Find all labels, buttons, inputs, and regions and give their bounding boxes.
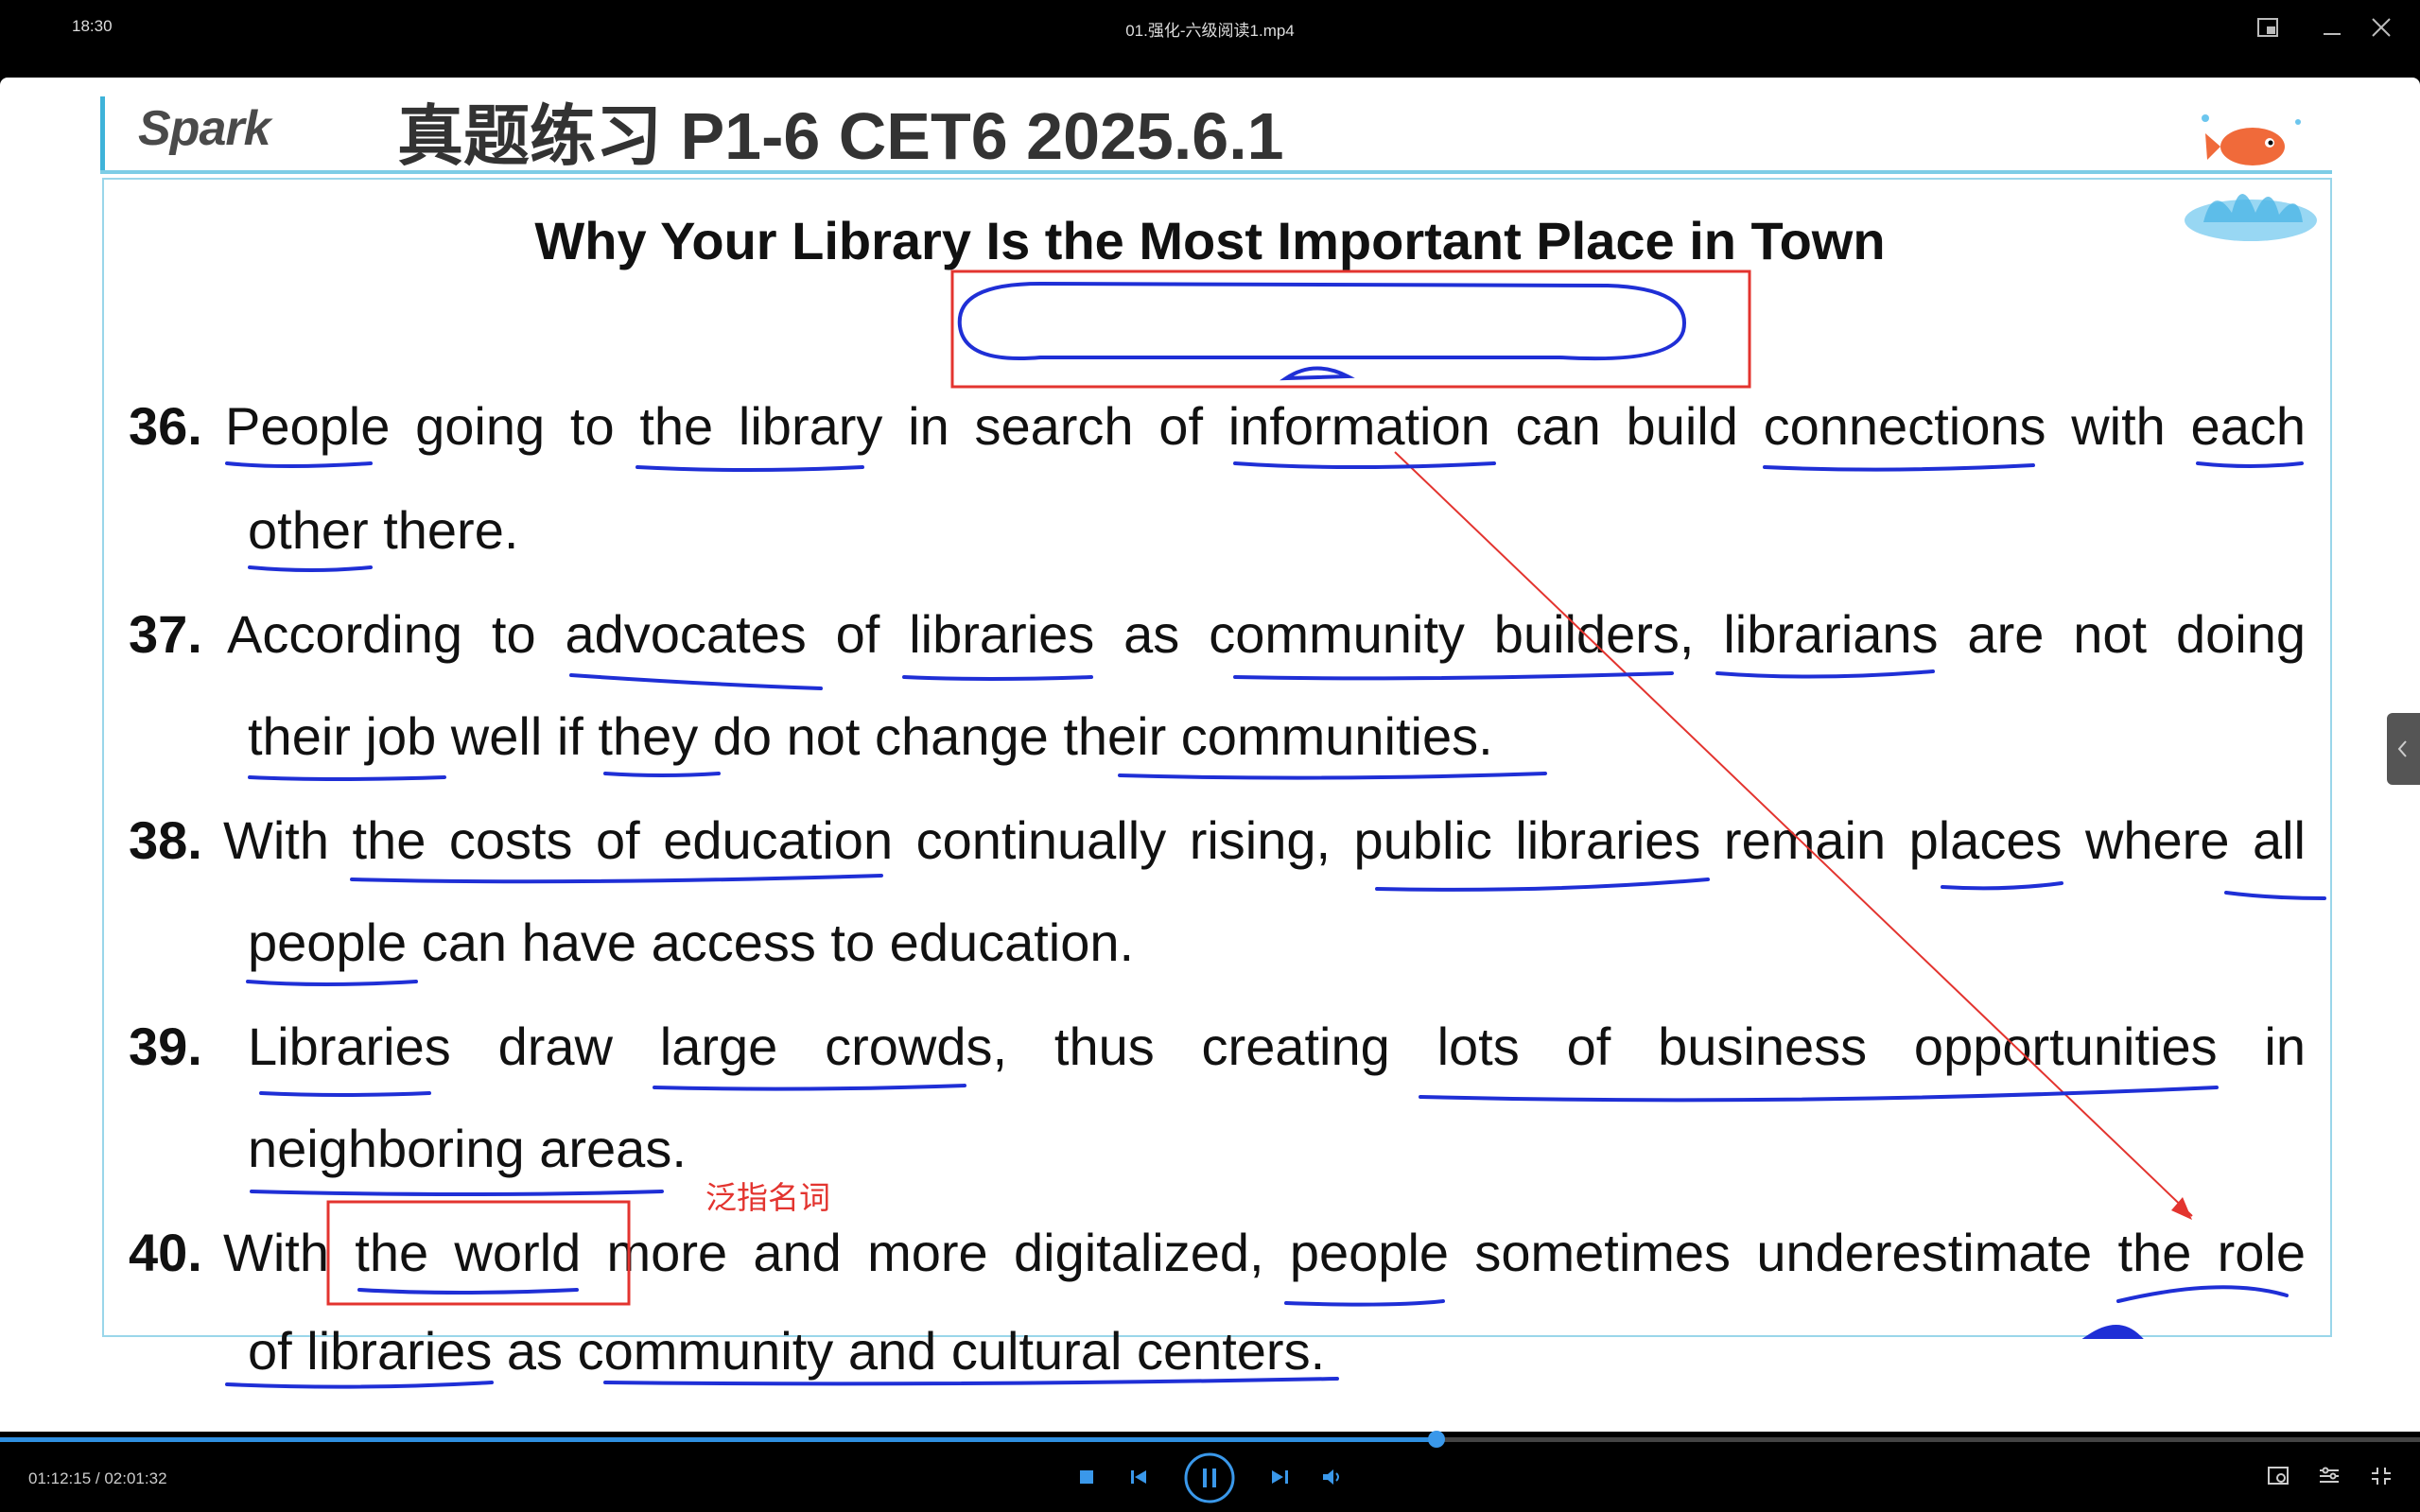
next-icon[interactable] [1267,1466,1292,1493]
exit-fullscreen-icon[interactable] [2368,1464,2394,1493]
previous-icon[interactable] [1127,1466,1152,1493]
stop-icon[interactable] [1076,1466,1099,1493]
red-arrow-line [1394,451,2193,1217]
pause-button[interactable] [1184,1452,1235,1508]
screenshot-icon[interactable] [2266,1464,2292,1493]
settings-icon[interactable] [2317,1464,2343,1493]
pen-annotations [225,269,2326,1389]
playback-time: 01:12:15 / 02:01:32 [28,1469,167,1487]
progress-fill [0,1437,1437,1442]
volume-icon[interactable] [1320,1466,1347,1493]
side-panel-toggle[interactable] [2387,713,2420,785]
red-arrow-head [2171,1197,2192,1220]
progress-handle[interactable] [1428,1431,1446,1448]
progress-bar[interactable] [0,1431,2420,1448]
red-box-the-world [326,1200,631,1306]
